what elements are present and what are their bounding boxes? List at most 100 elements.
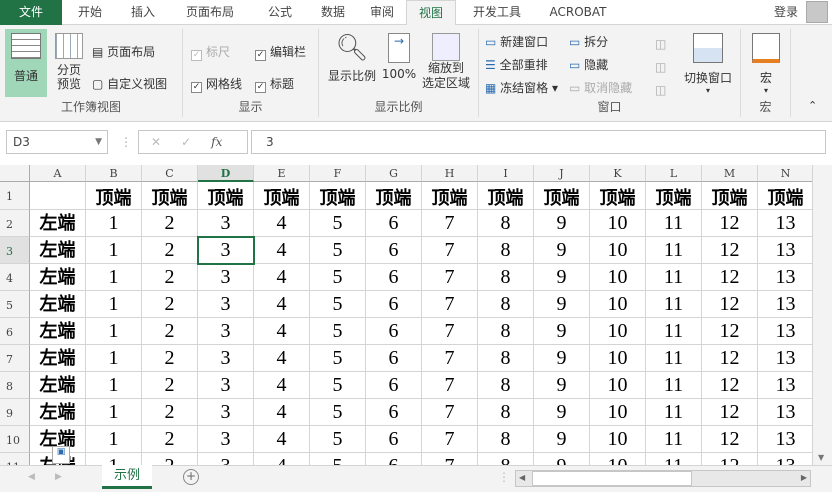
cell-N7[interactable]: 13 xyxy=(758,345,812,372)
cell-I4[interactable]: 8 xyxy=(478,264,534,291)
cell-I11[interactable]: 8 xyxy=(478,453,534,465)
headings-checkbox[interactable]: ✓ 标题 xyxy=(255,75,294,93)
cell-B10[interactable]: 1 xyxy=(86,426,142,453)
gridlines-checkbox[interactable]: ✓ 网格线 xyxy=(191,75,242,93)
cell-H7[interactable]: 7 xyxy=(422,345,478,372)
cell-M6[interactable]: 12 xyxy=(702,318,758,345)
cell-J2[interactable]: 9 xyxy=(534,210,590,237)
cell-F9[interactable]: 5 xyxy=(310,399,366,426)
cell-M3[interactable]: 12 xyxy=(702,237,758,264)
tab-formulas[interactable]: 公式 xyxy=(252,0,308,25)
cell-C5[interactable]: 2 xyxy=(142,291,198,318)
cell-K7[interactable]: 10 xyxy=(590,345,646,372)
cell-A2[interactable]: 左端 xyxy=(30,210,86,237)
cell-N11[interactable]: 13 xyxy=(758,453,812,465)
cell-F5[interactable]: 5 xyxy=(310,291,366,318)
cell-M10[interactable]: 12 xyxy=(702,426,758,453)
cell-I8[interactable]: 8 xyxy=(478,372,534,399)
cell-L2[interactable]: 11 xyxy=(646,210,702,237)
cell-C11[interactable]: 2 xyxy=(142,453,198,465)
cell-D2[interactable]: 3 xyxy=(198,210,254,237)
column-header-I[interactable]: I xyxy=(478,165,534,182)
select-all-button[interactable] xyxy=(0,165,30,182)
cell-G8[interactable]: 6 xyxy=(366,372,422,399)
tab-review[interactable]: 审阅 xyxy=(358,0,406,25)
cell-B8[interactable]: 1 xyxy=(86,372,142,399)
row-header-5[interactable]: 5 xyxy=(0,291,30,318)
row-header-1[interactable]: 1 xyxy=(0,182,30,210)
horizontal-scrollbar[interactable]: ◀ ▶ xyxy=(515,470,811,487)
zoom-to-selection-button[interactable]: 缩放到 选定区域 xyxy=(419,33,473,91)
cell-C1[interactable]: 顶端 xyxy=(142,182,198,210)
row-header-11[interactable]: 11 xyxy=(0,453,30,465)
cell-M8[interactable]: 12 xyxy=(702,372,758,399)
row-header-3[interactable]: 3 xyxy=(0,237,30,264)
normal-view-button[interactable]: 普通 xyxy=(5,29,47,97)
cell-B5[interactable]: 1 xyxy=(86,291,142,318)
cell-L6[interactable]: 11 xyxy=(646,318,702,345)
cell-E6[interactable]: 4 xyxy=(254,318,310,345)
tab-page-layout[interactable]: 页面布局 xyxy=(168,0,252,25)
column-header-N[interactable]: N xyxy=(758,165,812,182)
cell-M1[interactable]: 顶端 xyxy=(702,182,758,210)
cell-K3[interactable]: 10 xyxy=(590,237,646,264)
chevron-down-icon[interactable]: ▼ xyxy=(95,131,102,153)
cell-K8[interactable]: 10 xyxy=(590,372,646,399)
cancel-icon[interactable]: ✕ xyxy=(151,135,161,149)
macros-button[interactable]: 宏 ▾ xyxy=(749,33,783,95)
cell-H3[interactable]: 7 xyxy=(422,237,478,264)
formula-bar-checkbox[interactable]: ✓ 编辑栏 xyxy=(255,43,306,61)
cell-M11[interactable]: 12 xyxy=(702,453,758,465)
sheet-tab-example[interactable]: 示例 xyxy=(102,465,152,489)
cell-G11[interactable]: 6 xyxy=(366,453,422,465)
cell-B11[interactable]: 1 xyxy=(86,453,142,465)
cell-F4[interactable]: 5 xyxy=(310,264,366,291)
zoom-100-button[interactable]: → 100% xyxy=(381,33,417,81)
column-header-C[interactable]: C xyxy=(142,165,198,182)
cell-D10[interactable]: 3 xyxy=(198,426,254,453)
cell-C8[interactable]: 2 xyxy=(142,372,198,399)
cell-G2[interactable]: 6 xyxy=(366,210,422,237)
cell-E11[interactable]: 4 xyxy=(254,453,310,465)
cell-L1[interactable]: 顶端 xyxy=(646,182,702,210)
cell-K6[interactable]: 10 xyxy=(590,318,646,345)
next-sheet-icon[interactable]: ▶ xyxy=(55,472,62,482)
switch-windows-button[interactable]: 切换窗口 ▾ xyxy=(679,33,737,95)
cell-M5[interactable]: 12 xyxy=(702,291,758,318)
cell-E9[interactable]: 4 xyxy=(254,399,310,426)
cell-H9[interactable]: 7 xyxy=(422,399,478,426)
zoom-button[interactable]: 🔍︎ 显示比例 xyxy=(324,33,380,84)
cell-D9[interactable]: 3 xyxy=(198,399,254,426)
cell-N3[interactable]: 13 xyxy=(758,237,812,264)
row-header-10[interactable]: 10 xyxy=(0,426,30,453)
drag-handle-icon[interactable]: ⋮ xyxy=(120,135,132,149)
side-by-side-icons[interactable]: ◫ ◫ ◫ xyxy=(655,33,666,102)
column-header-L[interactable]: L xyxy=(646,165,702,182)
tab-developer[interactable]: 开发工具 xyxy=(458,0,536,25)
cell-J8[interactable]: 9 xyxy=(534,372,590,399)
new-window-button[interactable]: ▭ 新建窗口 xyxy=(485,33,548,50)
cell-K1[interactable]: 顶端 xyxy=(590,182,646,210)
row-header-2[interactable]: 2 xyxy=(0,210,30,237)
cell-F11[interactable]: 5 xyxy=(310,453,366,465)
cell-A5[interactable]: 左端 xyxy=(30,291,86,318)
cell-I3[interactable]: 8 xyxy=(478,237,534,264)
cell-N1[interactable]: 顶端 xyxy=(758,182,812,210)
column-header-F[interactable]: F xyxy=(310,165,366,182)
cell-F2[interactable]: 5 xyxy=(310,210,366,237)
cell-H8[interactable]: 7 xyxy=(422,372,478,399)
cell-K10[interactable]: 10 xyxy=(590,426,646,453)
cell-A6[interactable]: 左端 xyxy=(30,318,86,345)
cell-D5[interactable]: 3 xyxy=(198,291,254,318)
cell-G10[interactable]: 6 xyxy=(366,426,422,453)
cell-F10[interactable]: 5 xyxy=(310,426,366,453)
cell-D6[interactable]: 3 xyxy=(198,318,254,345)
cell-H5[interactable]: 7 xyxy=(422,291,478,318)
spreadsheet-grid[interactable]: A B C D E F G H I J K L M N 1 顶端 顶端 顶端 顶端 顶端 顶端 顶端 顶端 顶端 顶端 顶端 顶端顶… xyxy=(0,165,812,465)
add-sheet-icon[interactable]: + xyxy=(183,469,199,485)
vertical-scrollbar[interactable]: ▼ xyxy=(812,165,832,465)
cell-H11[interactable]: 7 xyxy=(422,453,478,465)
cell-J4[interactable]: 9 xyxy=(534,264,590,291)
cell-C9[interactable]: 2 xyxy=(142,399,198,426)
collapse-ribbon-icon[interactable]: ⌃ xyxy=(808,99,817,112)
